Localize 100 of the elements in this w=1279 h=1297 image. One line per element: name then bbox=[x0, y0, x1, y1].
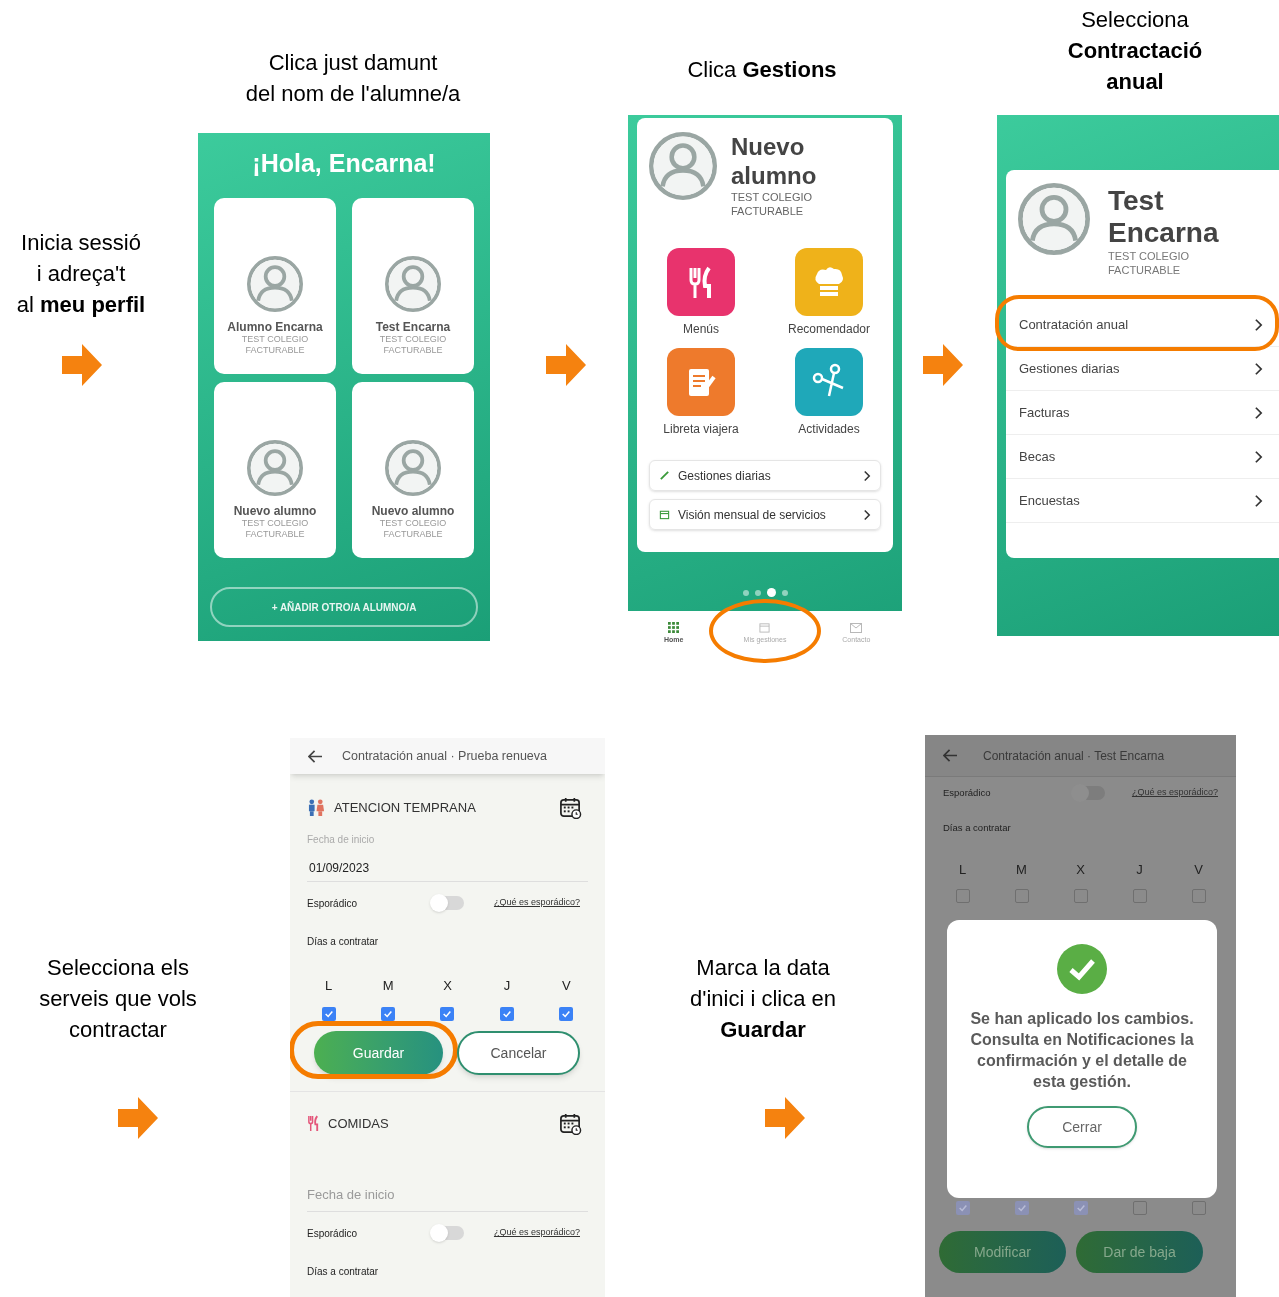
toggle-switch[interactable] bbox=[432, 896, 464, 910]
menu-item-label: Becas bbox=[1019, 447, 1056, 466]
chevron-icon bbox=[863, 469, 871, 482]
checkbox[interactable] bbox=[499, 1007, 514, 1021]
checkbox[interactable] bbox=[955, 889, 970, 904]
checkbox[interactable] bbox=[1073, 889, 1088, 904]
dialog-message: Se han aplicado los cambios. Consulta en Notificaciones la confirmación y el detalle de esta gestión. bbox=[969, 1009, 1195, 1092]
school-name: TEST COLEGIO FACTURABLE bbox=[378, 334, 448, 356]
back-arrow-icon[interactable] bbox=[308, 749, 323, 763]
section-title: COMIDAS bbox=[328, 1114, 389, 1133]
checkbox[interactable] bbox=[1132, 889, 1147, 904]
help-link[interactable]: ¿Qué es esporádico? bbox=[493, 896, 580, 910]
menu-item[interactable]: Gestiones diarias bbox=[1006, 347, 1279, 390]
cancel-button[interactable]: Cancelar bbox=[457, 1031, 580, 1075]
checkbox[interactable] bbox=[440, 1007, 455, 1021]
field-value: 01/09/2023 bbox=[309, 861, 371, 875]
avatar-icon bbox=[1018, 183, 1090, 255]
student-card[interactable]: Nuevo alumno TEST COLEGIO FACTURABLE bbox=[352, 382, 474, 558]
checkbox[interactable] bbox=[955, 1201, 970, 1215]
menu-item-label: Encuestas bbox=[1019, 491, 1080, 510]
day-label: L bbox=[325, 979, 333, 993]
checkbox[interactable] bbox=[321, 1007, 336, 1021]
field-label: Fecha de inicio bbox=[307, 833, 376, 847]
field-label: Días a contratar bbox=[943, 821, 1012, 835]
instruction-text: Selecciona Contractació anual bbox=[1066, 6, 1204, 96]
field-placeholder: Fecha de inicio bbox=[307, 1187, 396, 1203]
tile-label[interactable]: Menús bbox=[683, 322, 719, 336]
help-link[interactable]: ¿Qué es esporádico? bbox=[1131, 786, 1218, 800]
school-name: TEST COLEGIO FACTURABLE bbox=[240, 518, 310, 540]
student-card[interactable]: Test Encarna TEST COLEGIO FACTURABLE bbox=[352, 198, 474, 374]
pencil-icon bbox=[659, 470, 670, 481]
link-label: Visión mensual de servicios bbox=[678, 506, 826, 524]
day-label: X bbox=[443, 979, 452, 993]
school-name: TEST COLEGIO FACTURABLE bbox=[378, 518, 448, 540]
instruction-text: Inicia sessió i adreça't al meu perfil bbox=[15, 229, 147, 319]
checkbox[interactable] bbox=[1014, 1201, 1029, 1215]
menu-link[interactable]: Visión mensual de servicios bbox=[649, 499, 881, 530]
tile-label[interactable]: Recomendador bbox=[787, 322, 871, 336]
chevron-icon bbox=[1254, 493, 1263, 508]
cutlery-icon bbox=[307, 1115, 320, 1132]
day-label: V bbox=[561, 979, 571, 993]
menu-link[interactable]: Gestiones diarias bbox=[649, 460, 881, 491]
link-label: Gestiones diarias bbox=[678, 467, 771, 485]
chevron-icon bbox=[1254, 449, 1263, 464]
checkmark-icon bbox=[1075, 1203, 1086, 1213]
checkbox[interactable] bbox=[1191, 889, 1206, 904]
field-label: Días a contratar bbox=[307, 935, 380, 949]
checkbox[interactable] bbox=[1132, 1201, 1147, 1215]
chef-hat-icon[interactable] bbox=[795, 248, 863, 316]
toggle-switch[interactable] bbox=[432, 1226, 464, 1240]
arrow-icon bbox=[118, 1097, 158, 1139]
close-button[interactable]: Cerrar bbox=[1027, 1106, 1137, 1148]
checkbox[interactable] bbox=[1073, 1201, 1088, 1215]
avatar-icon bbox=[385, 440, 441, 496]
checkbox[interactable] bbox=[381, 1007, 396, 1021]
chevron-icon bbox=[863, 508, 871, 521]
checkmark-icon bbox=[501, 1009, 512, 1019]
calendar-clock-icon[interactable] bbox=[559, 796, 582, 819]
tile-label[interactable]: Actividades bbox=[798, 422, 860, 436]
scissors-icon[interactable] bbox=[795, 348, 863, 416]
student-name: Nuevo alumno bbox=[371, 504, 455, 518]
field-label: Esporádico bbox=[943, 785, 992, 800]
chevron-icon bbox=[1254, 317, 1263, 332]
date-field[interactable]: Fecha de inicio 01/09/2023 bbox=[307, 833, 588, 882]
field-label: Esporádico bbox=[307, 1226, 359, 1241]
instruction-text: Clica Gestions bbox=[686, 56, 838, 84]
student-name: Nuevo alumno bbox=[731, 132, 818, 190]
day-label: L bbox=[958, 863, 967, 878]
student-name: Test Encarna bbox=[1108, 185, 1220, 249]
checkmark-icon bbox=[383, 1009, 394, 1019]
student-card[interactable]: Nuevo alumno TEST COLEGIO FACTURABLE bbox=[214, 382, 336, 558]
notepad-icon[interactable] bbox=[667, 348, 735, 416]
menu-item[interactable]: Becas bbox=[1006, 435, 1279, 478]
success-check-icon bbox=[1057, 944, 1107, 994]
school-name: TEST COLEGIO FACTURABLE bbox=[1108, 249, 1191, 277]
student-name: Alumno Encarna bbox=[227, 320, 323, 334]
help-link[interactable]: ¿Qué es esporádico? bbox=[493, 1226, 580, 1240]
checkmark-icon bbox=[957, 1203, 968, 1213]
header-title: Contratación anual · Test Encarna bbox=[983, 747, 1165, 765]
checkmark-icon bbox=[442, 1009, 453, 1019]
calendar-clock-icon[interactable] bbox=[559, 1112, 582, 1135]
menu-item[interactable]: Contratación anual bbox=[1006, 303, 1279, 346]
menu-item[interactable]: Encuestas bbox=[1006, 479, 1279, 522]
checkbox[interactable] bbox=[1014, 889, 1029, 904]
school-name: TEST COLEGIO FACTURABLE bbox=[731, 190, 814, 218]
checkbox[interactable] bbox=[1191, 1201, 1206, 1215]
cutlery-icon[interactable] bbox=[667, 248, 735, 316]
menu-item-label: Gestiones diarias bbox=[1019, 359, 1120, 378]
checkmark-icon bbox=[561, 1009, 572, 1019]
checkmark-icon bbox=[1016, 1203, 1027, 1213]
menu-item[interactable]: Facturas bbox=[1006, 391, 1279, 434]
menu-item-label: Facturas bbox=[1019, 403, 1070, 422]
avatar-icon bbox=[247, 440, 303, 496]
tile-label[interactable]: Libreta viajera bbox=[663, 422, 739, 436]
student-name: Nuevo alumno bbox=[233, 504, 317, 518]
student-card[interactable]: Alumno Encarna TEST COLEGIO FACTURABLE bbox=[214, 198, 336, 374]
arrow-icon bbox=[62, 344, 102, 386]
day-label: V bbox=[1194, 863, 1203, 878]
avatar-icon bbox=[247, 256, 303, 312]
checkbox[interactable] bbox=[559, 1007, 574, 1021]
